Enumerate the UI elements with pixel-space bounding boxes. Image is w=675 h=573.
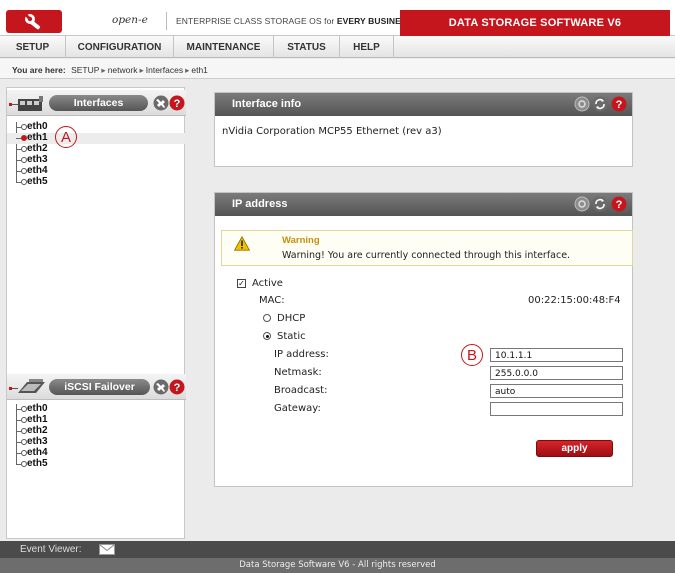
- dhcp-radio[interactable]: [263, 314, 271, 322]
- breadcrumb-eth1[interactable]: eth1: [191, 65, 208, 75]
- mac-value: 00:22:15:00:48:F4: [528, 295, 621, 306]
- failover-section-header: iSCSI Failover ?: [7, 374, 186, 400]
- svg-text:?: ?: [616, 99, 623, 111]
- svg-text:?: ?: [616, 199, 623, 211]
- menu-help[interactable]: HELP: [340, 36, 394, 58]
- breadcrumb-arrow-icon: ▸: [185, 65, 190, 75]
- left-navigation-panel: Interfaces ? eth0 eth1 eth2 eth3 eth4 et…: [6, 87, 186, 539]
- breadcrumb: You are here: SETUP ▸ network ▸ Interfaces ▸ e…: [0, 59, 675, 79]
- tree-item-label: eth5: [27, 458, 48, 469]
- tagline: ENTERPRISE CLASS STORAGE OS for EVERY BU…: [176, 16, 412, 26]
- breadcrumb-network[interactable]: network: [108, 65, 138, 75]
- interfaces-tree: eth0 eth1 eth2 eth3 eth4 eth5: [7, 121, 186, 190]
- warning-text: Warning! You are currently connected thr…: [282, 250, 571, 261]
- interface-description: nVidia Corporation MCP55 Ethernet (rev a…: [222, 126, 442, 137]
- broadcast-input[interactable]: [490, 384, 623, 398]
- help-icon[interactable]: ?: [169, 379, 185, 395]
- network-card-icon: [9, 96, 43, 111]
- breadcrumb-arrow-icon: ▸: [101, 65, 106, 75]
- top-header: open-e ENTERPRISE CLASS STORAGE OS for E…: [0, 0, 675, 36]
- settings-icon[interactable]: [574, 196, 590, 212]
- brand-name: open-e: [112, 14, 148, 26]
- logo[interactable]: [6, 10, 62, 33]
- apply-button[interactable]: apply: [536, 440, 613, 457]
- dhcp-label: DHCP: [277, 313, 306, 324]
- tree-item-label: eth4: [27, 165, 48, 176]
- tree-item-label: eth3: [27, 436, 48, 447]
- active-label: Active: [252, 278, 283, 289]
- tagline-text: ENTERPRISE CLASS STORAGE OS for: [176, 16, 337, 26]
- menu-configuration[interactable]: CONFIGURATION: [66, 36, 174, 58]
- product-banner: DATA STORAGE SOFTWARE V6: [400, 10, 670, 36]
- interfaces-section-header: Interfaces ?: [7, 90, 186, 116]
- help-icon[interactable]: ?: [169, 95, 185, 111]
- menu-maintenance[interactable]: MAINTENANCE: [174, 36, 274, 58]
- refresh-icon[interactable]: [592, 196, 608, 212]
- tree-item-label: eth0: [27, 403, 48, 414]
- wrench-icon: [25, 13, 41, 29]
- footer: Data Storage Software V6 - All rights re…: [0, 558, 675, 573]
- tree-item-label: eth1: [27, 414, 48, 425]
- warning-title: Warning: [282, 235, 320, 246]
- breadcrumb-setup[interactable]: SETUP: [71, 65, 99, 75]
- failover-tree: eth0 eth1 eth2 eth3 eth4 eth5: [7, 403, 186, 472]
- tree-item-label: eth2: [27, 425, 48, 436]
- static-label: Static: [277, 331, 306, 342]
- tree-item-label: eth2: [27, 143, 48, 154]
- help-icon[interactable]: ?: [611, 196, 627, 212]
- tree-item-label: eth5: [27, 176, 48, 187]
- annotation-b: B: [461, 344, 483, 366]
- mail-icon[interactable]: [99, 543, 115, 555]
- failover-title: iSCSI Failover: [49, 379, 150, 395]
- failover-item-eth5[interactable]: eth5: [7, 458, 185, 470]
- settings-icon[interactable]: [574, 96, 590, 112]
- menu-status[interactable]: STATUS: [274, 36, 340, 58]
- tools-icon[interactable]: [153, 95, 169, 111]
- tools-icon[interactable]: [153, 379, 169, 395]
- mac-label: MAC:: [259, 295, 285, 306]
- warning-box: Warning Warning! You are currently conne…: [221, 230, 633, 266]
- tree-item-label: eth1: [27, 132, 48, 143]
- tree-item-label: eth3: [27, 154, 48, 165]
- netmask-label: Netmask:: [274, 367, 322, 378]
- netmask-input[interactable]: [490, 366, 623, 380]
- main-menu: SETUP CONFIGURATION MAINTENANCE STATUS H…: [0, 36, 675, 58]
- tree-item-label: eth4: [27, 447, 48, 458]
- ip-address-title: IP address: [232, 198, 288, 210]
- tree-item-eth5[interactable]: eth5: [7, 176, 185, 188]
- breadcrumb-interfaces[interactable]: Interfaces: [146, 65, 183, 75]
- active-checkbox[interactable]: ✓: [237, 279, 246, 288]
- interfaces-title: Interfaces: [49, 95, 148, 111]
- broadcast-label: Broadcast:: [274, 385, 328, 396]
- event-viewer-bar: Event Viewer:: [0, 541, 675, 558]
- gateway-label: Gateway:: [274, 403, 321, 414]
- tree-item-label: eth0: [27, 121, 48, 132]
- annotation-a: A: [55, 126, 77, 148]
- refresh-icon[interactable]: [592, 96, 608, 112]
- ip-address-header: IP address ?: [215, 193, 632, 216]
- interface-info-panel: Interface info ? nVidia Corporation MCP5…: [214, 92, 633, 167]
- brand-separator: [166, 12, 167, 30]
- warning-icon: [234, 236, 250, 251]
- breadcrumb-label: You are here:: [12, 65, 66, 75]
- ip-address-panel: IP address ? Warning Warning! You are cu…: [214, 192, 633, 487]
- menu-setup[interactable]: SETUP: [0, 36, 66, 58]
- gateway-input[interactable]: [490, 402, 623, 416]
- svg-text:?: ?: [174, 98, 181, 110]
- interface-info-title: Interface info: [232, 98, 302, 110]
- failover-icon: [9, 379, 45, 393]
- interface-info-header: Interface info ?: [215, 93, 632, 116]
- ip-address-input[interactable]: [490, 348, 623, 362]
- breadcrumb-arrow-icon: ▸: [139, 65, 144, 75]
- svg-text:?: ?: [174, 382, 181, 394]
- help-icon[interactable]: ?: [611, 96, 627, 112]
- ip-address-label: IP address:: [274, 349, 329, 360]
- event-viewer-label: Event Viewer:: [20, 544, 82, 555]
- static-radio[interactable]: [263, 332, 271, 340]
